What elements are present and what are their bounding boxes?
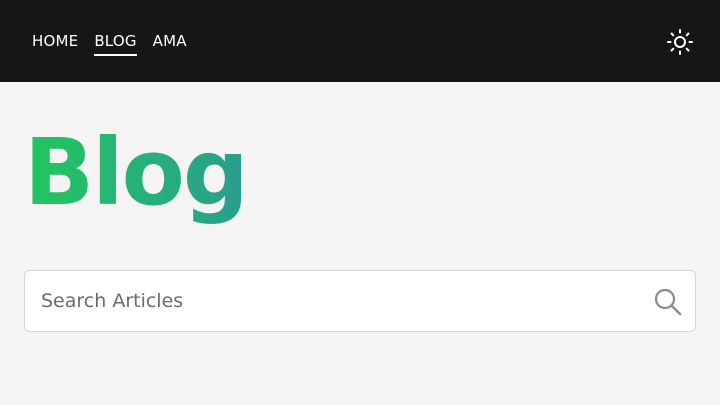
page-title: Blog <box>24 119 249 226</box>
nav-link-home[interactable]: HOME <box>32 31 78 56</box>
top-navbar: HOME BLOG AMA <box>0 0 720 82</box>
nav-links: HOME BLOG AMA <box>32 31 187 56</box>
search-input[interactable] <box>41 271 641 331</box>
nav-link-ama[interactable]: AMA <box>153 31 187 56</box>
sun-icon[interactable] <box>666 28 694 56</box>
search-icon[interactable] <box>653 287 683 317</box>
search-box <box>24 270 696 332</box>
nav-link-blog[interactable]: BLOG <box>94 31 137 56</box>
